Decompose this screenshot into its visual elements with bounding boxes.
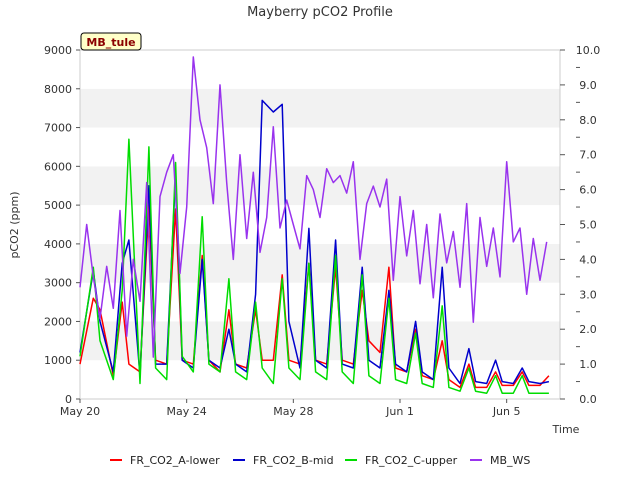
legend-label: MB_WS bbox=[490, 454, 530, 467]
right-tick-label: 6.0 bbox=[579, 184, 597, 197]
left-tick-label: 2000 bbox=[44, 315, 72, 328]
left-tick-label: 9000 bbox=[44, 44, 72, 57]
left-tick-label: 4000 bbox=[44, 238, 72, 251]
legend-label: FR_CO2_B-mid bbox=[253, 454, 334, 467]
right-axis: 0.0 1.0 2.0 3.0 4.0 5.0 6.0 7.0 8.0 9.0 10.0 bbox=[560, 44, 600, 406]
legend-label: FR_CO2_A-lower bbox=[130, 454, 220, 467]
x-tick-label: May 24 bbox=[167, 405, 207, 418]
x-axis-title: Time bbox=[552, 423, 580, 436]
x-tick-label: May 20 bbox=[60, 405, 100, 418]
right-tick-label: 3.0 bbox=[579, 288, 597, 301]
x-tick-label: Jun 1 bbox=[385, 405, 414, 418]
site-badge: MB_tule bbox=[80, 32, 142, 51]
left-tick-label: 1000 bbox=[44, 354, 72, 367]
chart-title: Mayberry pCO2 Profile bbox=[247, 5, 393, 20]
left-tick-label: 7000 bbox=[44, 122, 72, 135]
right-tick-label: 2.0 bbox=[579, 323, 597, 336]
x-tick-label: Jun 5 bbox=[492, 405, 521, 418]
left-axis: 0100020003000400050006000700080009000 bbox=[44, 44, 80, 406]
left-tick-label: 3000 bbox=[44, 277, 72, 290]
y-axis-title: pCO2 (ppm) bbox=[8, 191, 21, 258]
right-tick-label: 1.0 bbox=[579, 358, 597, 371]
right-tick-label: 10.0 bbox=[576, 44, 601, 57]
grid-band bbox=[80, 88, 560, 128]
grid-band bbox=[80, 166, 560, 206]
x-axis: May 20 May 24 May 28 Jun 1 Jun 5 bbox=[60, 399, 521, 418]
pco2-chart: 0100020003000400050006000700080009000 0.… bbox=[8, 5, 600, 467]
right-tick-label: 0.0 bbox=[579, 393, 597, 406]
left-tick-label: 6000 bbox=[44, 160, 72, 173]
grid-band bbox=[80, 50, 560, 89]
right-tick-label: 8.0 bbox=[579, 114, 597, 127]
left-tick-label: 5000 bbox=[44, 199, 72, 212]
right-tick-label: 5.0 bbox=[579, 219, 597, 232]
site-badge-label: MB_tule bbox=[86, 36, 135, 49]
right-tick-label: 7.0 bbox=[579, 149, 597, 162]
x-tick-label: May 28 bbox=[273, 405, 313, 418]
grid-band bbox=[80, 127, 560, 167]
left-tick-label: 8000 bbox=[44, 83, 72, 96]
legend: FR_CO2_A-lower FR_CO2_B-mid FR_CO2_C-upper… bbox=[110, 454, 530, 467]
legend-label: FR_CO2_C-upper bbox=[365, 454, 458, 467]
right-tick-label: 9.0 bbox=[579, 79, 597, 92]
right-tick-label: 4.0 bbox=[579, 253, 597, 266]
